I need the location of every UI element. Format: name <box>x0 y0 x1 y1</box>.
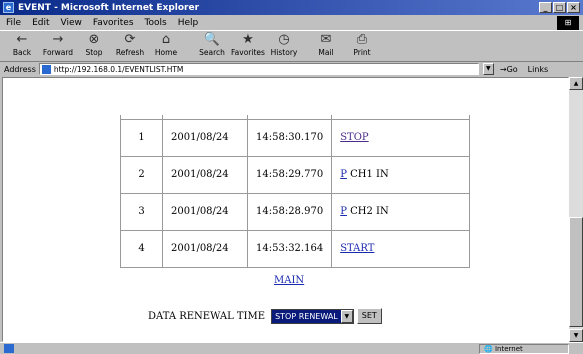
home-icon: ⌂ <box>161 32 171 47</box>
event-link-stop[interactable]: STOP <box>340 132 368 143</box>
table-row: 4 2001/08/24 14:53:32.164 START <box>120 229 471 268</box>
event-time: 14:58:29.770 <box>246 155 333 194</box>
scroll-down-button[interactable]: ▼ <box>569 329 583 342</box>
event-number: 4 <box>120 229 163 268</box>
address-label: Address <box>4 64 36 74</box>
page-content: 1 2001/08/24 14:58:30.170 STOP 2 2001/08… <box>2 77 569 342</box>
menu-bar: File Edit View Favorites Tools Help ⊞ <box>0 15 583 30</box>
refresh-icon: ⟳ <box>124 32 136 47</box>
event-name: STOP <box>331 118 471 157</box>
scroll-thumb[interactable] <box>569 217 583 327</box>
data-renewal-control: DATA RENEWAL TIME STOP RENEWAL ▼ SET <box>148 308 382 324</box>
back-button[interactable]: ← Back <box>4 31 40 57</box>
status-bar: 🌐 Internet <box>0 342 583 354</box>
ie-icon: e <box>3 2 14 13</box>
forward-button[interactable]: → Forward <box>40 31 76 57</box>
menu-view[interactable]: View <box>61 18 82 28</box>
event-time: 14:58:28.970 <box>246 192 333 231</box>
title-bar: e EVENT - Microsoft Internet Explorer _ … <box>0 0 583 15</box>
page-done-icon <box>4 344 14 353</box>
stop-button[interactable]: ⊗ Stop <box>76 31 112 57</box>
event-date: 2001/08/24 <box>162 118 248 157</box>
links-button[interactable]: Links <box>528 65 549 74</box>
event-link-p[interactable]: P <box>340 206 347 217</box>
security-zone: 🌐 Internet <box>479 344 569 354</box>
menu-help[interactable]: Help <box>178 18 199 28</box>
menu-edit[interactable]: Edit <box>32 18 49 28</box>
event-link-start[interactable]: START <box>340 243 374 254</box>
address-dropdown-button[interactable]: ▼ <box>482 63 494 75</box>
maximize-button[interactable]: □ <box>553 2 566 13</box>
menu-file[interactable]: File <box>6 18 21 28</box>
event-name: START <box>331 229 471 268</box>
address-url: http://192.168.0.1/EVENTLIST.HTM <box>53 64 184 74</box>
event-date: 2001/08/24 <box>162 155 248 194</box>
main-link[interactable]: MAIN <box>274 275 304 286</box>
windows-logo-icon: ⊞ <box>557 16 579 30</box>
menu-tools[interactable]: Tools <box>145 18 167 28</box>
event-time: 14:53:32.164 <box>246 229 333 268</box>
toolbar: ← Back → Forward ⊗ Stop ⟳ Refresh ⌂ Home 🔍 Sea… <box>0 30 583 62</box>
search-icon: 🔍 <box>203 32 221 47</box>
table-row: 3 2001/08/24 14:58:28.970 P CH2 IN <box>120 192 471 231</box>
event-number: 2 <box>120 155 163 194</box>
close-button[interactable]: × <box>567 2 580 13</box>
page-icon <box>41 64 51 74</box>
print-button[interactable]: ⎙ Print <box>344 31 380 57</box>
event-name: P CH2 IN <box>331 192 471 231</box>
search-button[interactable]: 🔍 Search <box>194 31 230 57</box>
window-title: EVENT - Microsoft Internet Explorer <box>18 2 200 13</box>
window-controls: _ □ × <box>539 2 580 13</box>
menu-favorites[interactable]: Favorites <box>93 18 134 28</box>
event-date: 2001/08/24 <box>162 192 248 231</box>
address-input[interactable]: http://192.168.0.1/EVENTLIST.HTM <box>38 63 479 75</box>
vertical-scrollbar[interactable]: ▲ ▼ <box>569 77 583 342</box>
renewal-select[interactable]: STOP RENEWAL ▼ <box>271 308 354 324</box>
chevron-down-icon: ▼ <box>340 309 353 323</box>
back-icon: ← <box>16 32 28 47</box>
mail-icon: ✉ <box>320 32 332 47</box>
event-time: 14:58:30.170 <box>246 118 333 157</box>
favorites-icon: ★ <box>242 32 254 47</box>
favorites-button[interactable]: ★ Favorites <box>230 31 266 57</box>
event-name: P CH1 IN <box>331 155 471 194</box>
set-button[interactable]: SET <box>356 308 382 324</box>
event-number: 1 <box>120 118 163 157</box>
go-button[interactable]: →Go <box>500 65 518 74</box>
renewal-selected-value: STOP RENEWAL <box>272 309 341 323</box>
minimize-button[interactable]: _ <box>539 2 552 13</box>
print-icon: ⎙ <box>356 32 368 47</box>
event-table: 1 2001/08/24 14:58:30.170 STOP 2 2001/08… <box>120 115 471 268</box>
stop-icon: ⊗ <box>88 32 100 47</box>
table-row: 1 2001/08/24 14:58:30.170 STOP <box>120 118 471 157</box>
event-link-p[interactable]: P <box>340 169 347 180</box>
event-number: 3 <box>120 192 163 231</box>
history-icon: ◷ <box>278 32 290 47</box>
forward-icon: → <box>52 32 64 47</box>
address-bar: Address http://192.168.0.1/EVENTLIST.HTM… <box>0 62 583 76</box>
home-button[interactable]: ⌂ Home <box>148 31 184 57</box>
refresh-button[interactable]: ⟳ Refresh <box>112 31 148 57</box>
history-button[interactable]: ◷ History <box>266 31 302 57</box>
mail-button[interactable]: ✉ Mail <box>308 31 344 57</box>
renewal-label: DATA RENEWAL TIME <box>148 310 266 322</box>
event-date: 2001/08/24 <box>162 229 248 268</box>
scroll-up-button[interactable]: ▲ <box>569 77 583 90</box>
table-row: 2 2001/08/24 14:58:29.770 P CH1 IN <box>120 155 471 194</box>
